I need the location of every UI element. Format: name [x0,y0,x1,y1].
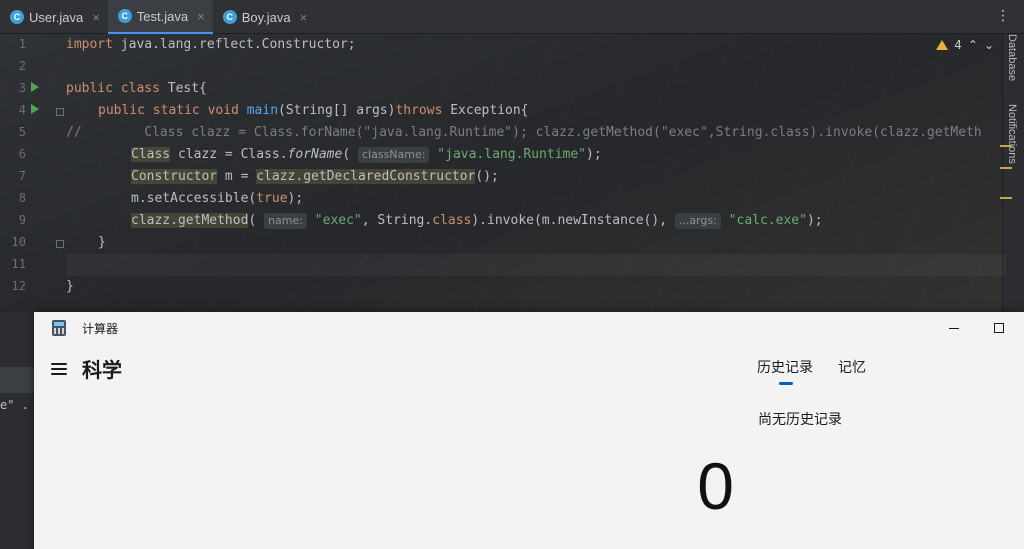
line-number: 7 [18,169,26,183]
close-icon[interactable]: × [197,9,205,24]
code-line: Class clazz = Class.forName( className: … [131,144,602,166]
notifications-tool-label[interactable]: Notifications [1006,104,1018,164]
code-token: ); [806,213,823,228]
code-token: ); [586,147,602,162]
empty-history-message: 尚无历史记录 [758,412,842,428]
code-token: main [246,103,279,118]
maximize-icon [994,323,1004,333]
code-comment: // Class clazz = Class.forName("java.lan… [66,125,982,140]
database-tool-label[interactable]: Database [1006,34,1018,81]
maximize-button[interactable] [976,316,1022,340]
code-token: clazz.getMethod [131,213,249,228]
window-title: 计算器 [82,322,119,336]
parameter-hint: name: [264,213,307,229]
code-token: Class [131,147,171,162]
console-snippet: e" . [0,398,29,412]
line-number: 2 [18,59,26,73]
code-token: m = [217,169,257,184]
tab-test-java[interactable]: C Test.java × [107,0,213,34]
code-token: public static void [98,103,239,118]
java-class-icon: C [117,9,132,23]
code-token: m.setAccessible( [131,191,257,206]
code-token: "java.lang.Runtime" [437,147,587,162]
code-line: } [66,276,74,298]
editor-gutter: 1 2 3 4 5 6 7 8 9 10 11 12 [0,34,66,312]
close-icon[interactable]: × [300,10,308,25]
calculator-titlebar[interactable]: 计算器 [34,312,1024,344]
code-token: ( [342,147,351,162]
line-number: 11 [11,257,26,271]
code-line: clazz.getMethod( name: "exec", String.cl… [131,210,823,232]
code-token: Constructor [131,169,218,184]
code-line: } [98,232,106,254]
code-token: java.lang.reflect.Constructor; [112,37,356,52]
code-token: (); [475,169,499,184]
ide-bottom-panel: e" . [0,312,34,549]
code-token: ( [248,213,257,228]
tab-label: Boy.java [241,9,291,25]
calculator-window: 计算器 科学 历史记录 记忆 尚无历史记录 0 [34,312,1024,549]
menu-icon[interactable] [51,363,67,375]
minimize-button[interactable] [931,316,977,340]
tab-boy-java[interactable]: C Boy.java × [213,0,316,34]
code-token: import [66,37,113,52]
code-token: throws [395,103,443,118]
code-token: Exception{ [442,103,529,118]
calculator-icon [52,320,66,336]
code-editor[interactable]: import java.lang.reflect.Constructor; pu… [66,34,1006,312]
mode-title: 科学 [82,358,122,382]
java-class-icon: C [222,10,237,24]
code-token: public class [66,81,160,96]
run-icon[interactable] [31,82,39,92]
close-icon[interactable]: × [92,10,100,25]
tab-label: User.java [29,9,84,25]
code-token: "exec" [314,213,362,228]
code-line: Constructor m = clazz.getDeclaredConstru… [131,166,499,188]
line-number: 8 [18,191,26,205]
parameter-hint: ...args: [674,213,721,229]
code-line: import java.lang.reflect.Constructor; [66,34,356,56]
code-token: ).invoke(m.newInstance(), [471,213,675,228]
tool-window-selection[interactable] [0,367,34,393]
line-number: 1 [18,37,26,51]
code-token: } [66,279,74,294]
code-token: true [256,191,288,206]
code-token: clazz = Class. [170,147,288,162]
editor-tab-bar: C User.java × C Test.java × C Boy.java ×… [0,0,1024,34]
fold-icon[interactable] [56,240,64,248]
line-number: 12 [11,279,26,293]
code-token: forName [287,147,343,162]
parameter-hint: className: [358,147,430,163]
tab-memory[interactable]: 记忆 [838,357,866,377]
code-line: public class Test{ [66,78,207,100]
fold-icon[interactable] [56,108,64,116]
active-tab-indicator [779,382,793,385]
calculator-display: 0 [697,449,734,523]
code-token: "calc.exe" [728,213,807,228]
line-number: 6 [18,147,26,161]
more-options-icon[interactable]: ⋮ [996,8,1010,24]
code-token: (String[] args) [278,103,396,118]
tab-user-java[interactable]: C User.java × [0,0,108,34]
code-token: } [98,235,106,250]
current-line [66,254,1006,276]
minimize-icon [949,327,959,329]
tab-history[interactable]: 历史记录 [757,357,813,377]
line-number: 9 [18,213,26,227]
java-class-icon: C [10,10,24,24]
tab-label: Test.java [136,8,189,24]
line-number: 5 [18,125,26,139]
code-line: // Class clazz = Class.forName("java.lan… [66,122,982,144]
line-number: 3 [18,81,26,95]
run-icon[interactable] [31,104,39,114]
code-token: Test{ [159,81,207,96]
code-line: m.setAccessible(true); [131,188,303,210]
code-token: ); [287,191,304,206]
code-token: clazz.getDeclaredConstructor [256,169,476,184]
line-number: 10 [11,235,26,249]
code-token: , String. [361,213,433,228]
line-number: 4 [18,103,26,117]
code-line: public static void main(String[] args)th… [98,100,529,122]
code-token: class [432,213,472,228]
